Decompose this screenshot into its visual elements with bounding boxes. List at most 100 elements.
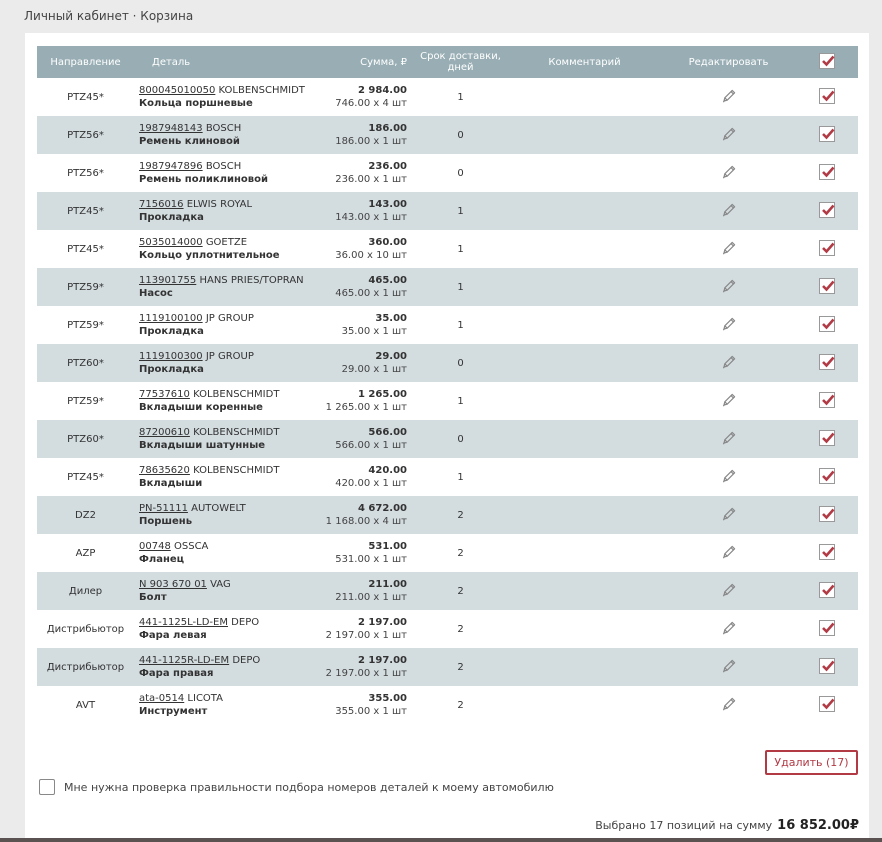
part-number-link[interactable]: 113901755 (139, 275, 196, 286)
row-edit (661, 78, 796, 116)
pencil-icon[interactable] (720, 353, 738, 371)
row-checkbox[interactable] (819, 543, 835, 560)
part-number-link[interactable]: 87200610 (139, 427, 190, 438)
pencil-icon[interactable] (720, 467, 738, 485)
row-edit (661, 534, 796, 572)
part-number-link[interactable]: 78635620 (139, 465, 190, 476)
pencil-icon[interactable] (720, 87, 738, 105)
table-row: PTZ60* 1119100300 JP GROUP Прокладка 29.… (37, 344, 858, 382)
table-row: Дистрибьютор 441-1125L-LD-EM DEPO Фара л… (37, 610, 858, 648)
part-brand: JP GROUP (205, 351, 254, 362)
checkmark-icon (822, 470, 835, 481)
row-part: 441-1125R-LD-EM DEPO Фара правая (134, 648, 316, 686)
part-number-link[interactable]: N 903 670 01 (139, 579, 207, 590)
row-sum: 35.00 35.00 x 1 шт (316, 306, 413, 344)
bottom-bar (0, 838, 882, 842)
row-part: 441-1125L-LD-EM DEPO Фара левая (134, 610, 316, 648)
part-number-link[interactable]: 800045010050 (139, 85, 215, 96)
select-all-checkbox[interactable] (819, 52, 835, 69)
row-select (796, 534, 858, 572)
part-number-link[interactable]: ata-0514 (139, 693, 184, 704)
part-number-link[interactable]: 1987947896 (139, 161, 203, 172)
pencil-icon[interactable] (720, 277, 738, 295)
row-edit (661, 154, 796, 192)
part-number-link[interactable]: 77537610 (139, 389, 190, 400)
part-number-link[interactable]: 441-1125R-LD-EM (139, 655, 229, 666)
row-checkbox[interactable] (819, 467, 835, 484)
checkmark-icon (822, 546, 835, 557)
part-number-link[interactable]: 00748 (139, 541, 171, 552)
pencil-icon[interactable] (720, 505, 738, 523)
checkmark-icon (822, 318, 835, 329)
delete-selected-button[interactable]: Удалить (17) (765, 750, 858, 775)
table-row: Дистрибьютор 441-1125R-LD-EM DEPO Фара п… (37, 648, 858, 686)
pencil-icon[interactable] (720, 429, 738, 447)
row-comment (508, 306, 661, 344)
pencil-icon[interactable] (720, 695, 738, 713)
row-select (796, 458, 858, 496)
sum-detail: 29.00 x 1 шт (341, 364, 407, 375)
row-comment (508, 496, 661, 534)
sum-detail: 35.00 x 1 шт (341, 326, 407, 337)
pencil-icon[interactable] (720, 657, 738, 675)
row-checkbox[interactable] (819, 619, 835, 636)
row-checkbox[interactable] (819, 87, 835, 104)
row-part: 7156016 ELWIS ROYAL Прокладка (134, 192, 316, 230)
row-direction: PTZ56* (67, 129, 104, 141)
row-edit (661, 572, 796, 610)
row-checkbox[interactable] (819, 429, 835, 446)
row-checkbox[interactable] (819, 353, 835, 370)
row-direction: PTZ59* (67, 319, 104, 331)
row-sum: 211.00 211.00 x 1 шт (316, 572, 413, 610)
verify-checkbox[interactable] (39, 779, 55, 795)
row-part: 5035014000 GOETZE Кольцо уплотнительное (134, 230, 316, 268)
col-sum: Сумма, ₽ (360, 56, 407, 68)
row-part: N 903 670 01 VAG Болт (134, 572, 316, 610)
part-brand: LICOTA (187, 693, 223, 704)
pencil-icon[interactable] (720, 543, 738, 561)
pencil-icon[interactable] (720, 201, 738, 219)
row-checkbox[interactable] (819, 505, 835, 522)
row-checkbox[interactable] (819, 581, 835, 598)
row-select (796, 686, 858, 724)
part-name: Вкладыши (139, 478, 203, 489)
pencil-icon[interactable] (720, 239, 738, 257)
row-sum: 4 672.00 1 168.00 x 4 шт (316, 496, 413, 534)
part-number-link[interactable]: PN-51111 (139, 503, 188, 514)
part-name: Прокладка (139, 212, 204, 223)
row-checkbox[interactable] (819, 125, 835, 142)
pencil-icon[interactable] (720, 125, 738, 143)
pencil-icon[interactable] (720, 163, 738, 181)
row-checkbox[interactable] (819, 695, 835, 712)
row-direction: PTZ45* (67, 243, 104, 255)
sum-detail: 36.00 x 10 шт (335, 250, 407, 261)
row-sum: 2 197.00 2 197.00 x 1 шт (316, 648, 413, 686)
part-number-link[interactable]: 441-1125L-LD-EM (139, 617, 228, 628)
part-number-link[interactable]: 1119100100 (139, 313, 203, 324)
pencil-icon[interactable] (720, 619, 738, 637)
row-checkbox[interactable] (819, 277, 835, 294)
pencil-icon[interactable] (720, 315, 738, 333)
row-checkbox[interactable] (819, 315, 835, 332)
sum-total: 211.00 (368, 579, 407, 590)
row-delivery-days: 1 (457, 281, 464, 293)
row-delivery-days: 1 (457, 91, 464, 103)
pencil-icon[interactable] (720, 581, 738, 599)
row-checkbox[interactable] (819, 163, 835, 180)
row-checkbox[interactable] (819, 657, 835, 674)
row-checkbox[interactable] (819, 201, 835, 218)
row-checkbox[interactable] (819, 391, 835, 408)
row-select (796, 496, 858, 534)
part-number-link[interactable]: 5035014000 (139, 237, 203, 248)
verify-option: Мне нужна проверка правильности подбора … (39, 779, 554, 795)
part-number-link[interactable]: 1119100300 (139, 351, 203, 362)
row-select (796, 306, 858, 344)
select-all-cell (796, 46, 858, 78)
part-number-link[interactable]: 1987948143 (139, 123, 203, 134)
sum-detail: 355.00 x 1 шт (335, 706, 407, 717)
pencil-icon[interactable] (720, 391, 738, 409)
row-checkbox[interactable] (819, 239, 835, 256)
part-name: Прокладка (139, 326, 204, 337)
cart-table: Направление Деталь Сумма, ₽ Срок доставк… (37, 46, 858, 724)
part-number-link[interactable]: 7156016 (139, 199, 184, 210)
